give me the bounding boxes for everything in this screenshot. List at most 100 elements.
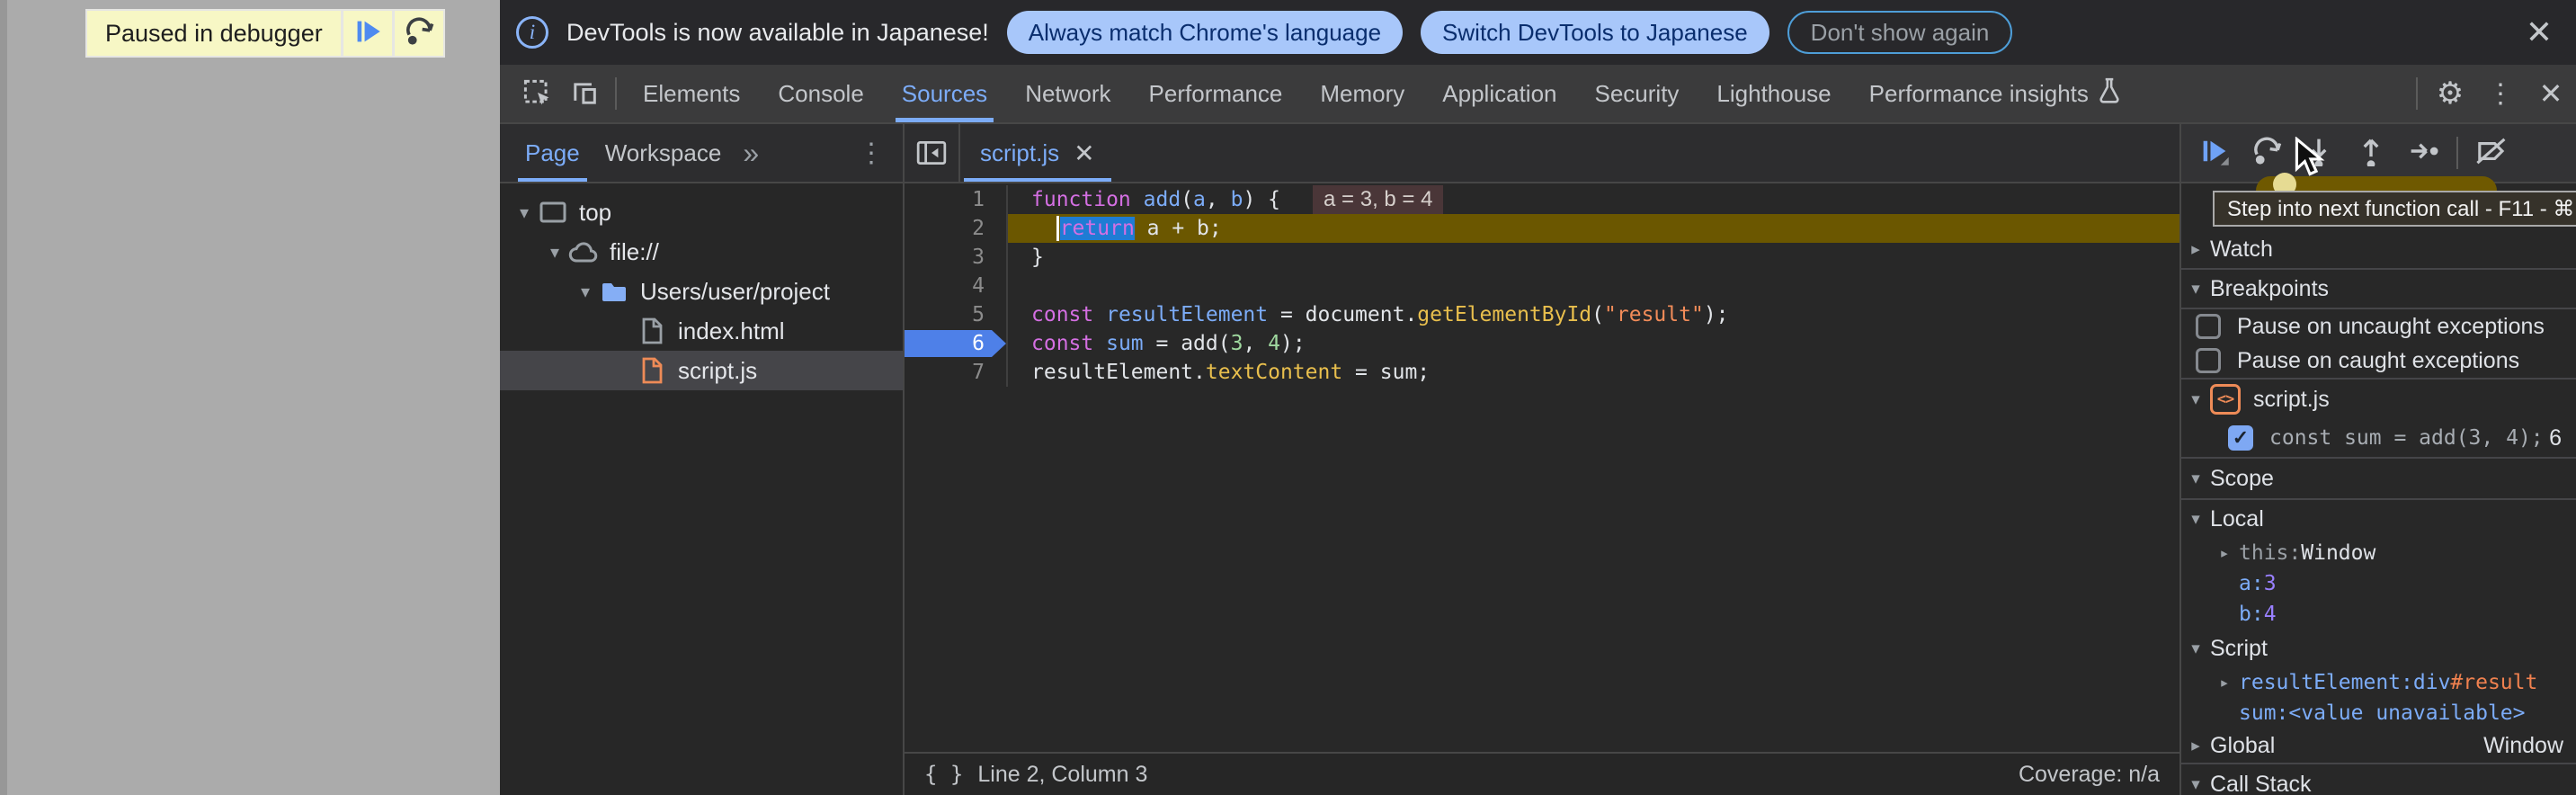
token: resultElement.	[1031, 361, 1206, 384]
step-over-button-banner[interactable]	[395, 11, 443, 56]
gutter-line-5[interactable]: 5	[905, 300, 1008, 329]
resume-script-button[interactable]	[343, 11, 392, 56]
code-editor[interactable]: 1function add(a, b) {a = 3, b = 42 retur…	[905, 183, 2179, 752]
tab-lighthouse[interactable]: Lighthouse	[1698, 65, 1850, 122]
tab-label: Lighthouse	[1716, 80, 1831, 108]
tab-console[interactable]: Console	[759, 65, 882, 122]
deactivate-breakpoints-button[interactable]	[2465, 124, 2518, 182]
code-line-2[interactable]: 2 return a + b;	[905, 214, 2179, 243]
code-line-4[interactable]: 4	[905, 272, 2179, 300]
scope-entry-b[interactable]: b: 4	[2181, 599, 2576, 630]
gutter-line-2[interactable]: 2	[905, 214, 1008, 243]
switch-to-japanese-button[interactable]: Switch DevTools to Japanese	[1421, 11, 1769, 54]
gutter-line-4[interactable]: 4	[905, 272, 1008, 300]
inspect-element-icon[interactable]	[514, 65, 561, 122]
tab-security[interactable]: Security	[1576, 65, 1698, 122]
scope-entry-sum[interactable]: sum: <value unavailable>	[2181, 698, 2576, 728]
tab-sources[interactable]: Sources	[883, 65, 1006, 122]
scope-entry-a[interactable]: a: 3	[2181, 568, 2576, 599]
collapse-caret-icon[interactable]: ▾	[2181, 774, 2210, 795]
tab-workspace[interactable]: Workspace	[593, 124, 735, 182]
scope-entry-resultElement[interactable]: ▸resultElement: div#result	[2181, 667, 2576, 698]
breakpoint-marker[interactable]	[905, 330, 1006, 357]
tree-item-users-user-project[interactable]: ▾Users/user/project	[500, 272, 903, 311]
tab-elements[interactable]: Elements	[624, 65, 759, 122]
tab-page[interactable]: Page	[513, 124, 593, 182]
expand-caret-icon[interactable]: ▾	[572, 281, 599, 303]
tab-performance-insights[interactable]: Performance insights	[1850, 65, 2140, 122]
pause-on-caught-exceptions[interactable]: Pause on caught exceptions	[2181, 344, 2576, 378]
device-toolbar-icon[interactable]	[561, 65, 608, 122]
editor-tab-scriptjs[interactable]: script.js ✕	[960, 124, 1115, 182]
more-options-kebab-icon[interactable]: ⋮	[2475, 65, 2526, 122]
pause-on-caught-exceptions-checkbox[interactable]	[2196, 348, 2221, 373]
collapse-caret-icon[interactable]: ▾	[2181, 509, 2210, 530]
file-tree: ▾top▾file://▾Users/user/project index.htm…	[500, 183, 903, 390]
file-icon	[637, 317, 667, 345]
more-tabs-icon[interactable]: »	[734, 137, 768, 170]
scope-group-local[interactable]: ▾Local	[2181, 500, 2576, 538]
collapse-caret-icon[interactable]: ▾	[2181, 639, 2210, 659]
code-line-5[interactable]: 5const resultElement = document.getEleme…	[905, 300, 2179, 329]
scope-entry-this[interactable]: ▸this: Window	[2181, 538, 2576, 568]
settings-gear-icon[interactable]: ⚙	[2425, 65, 2475, 122]
tab-memory[interactable]: Memory	[1301, 65, 1423, 122]
pretty-print-icon[interactable]: { }	[924, 762, 963, 787]
expand-caret-icon[interactable]: ▸	[2181, 736, 2210, 756]
collapse-caret-icon[interactable]: ▾	[2181, 389, 2210, 410]
always-match-language-button[interactable]: Always match Chrome's language	[1007, 11, 1403, 54]
pause-on-uncaught-exceptions[interactable]: Pause on uncaught exceptions	[2181, 309, 2576, 344]
gutter-line-1[interactable]: 1	[905, 185, 1008, 214]
step-button[interactable]	[2397, 124, 2449, 182]
section-scope[interactable]: ▾Scope	[2181, 459, 2576, 498]
breakpoint-enabled-checkbox[interactable]: ✓	[2228, 425, 2253, 451]
tree-item-file-[interactable]: ▾file://	[500, 232, 903, 272]
gutter-line-3[interactable]: 3	[905, 243, 1008, 272]
tab-label: Elements	[643, 80, 740, 108]
code-line-3[interactable]: 3}	[905, 243, 2179, 272]
expand-caret-icon[interactable]: ▸	[2210, 673, 2239, 692]
collapse-caret-icon[interactable]: ▾	[2181, 469, 2210, 489]
section-watch[interactable]: ▸Watch	[2181, 230, 2576, 268]
breakpoint-file-group[interactable]: ▾<>script.js	[2181, 380, 2576, 419]
notification-close-icon[interactable]: ✕	[2526, 16, 2553, 49]
breakpoint-entry[interactable]: ✓const sum = add(3, 4);6	[2181, 419, 2576, 457]
tree-item-label: index.html	[678, 317, 785, 345]
close-devtools-icon[interactable]: ✕	[2526, 65, 2576, 122]
scope-group-global[interactable]: ▸GlobalWindow	[2181, 728, 2576, 763]
tab-performance[interactable]: Performance	[1130, 65, 1302, 122]
tab-network[interactable]: Network	[1006, 65, 1129, 122]
tree-item-index-html[interactable]: index.html	[500, 311, 903, 351]
tree-item-script-js[interactable]: script.js	[500, 351, 903, 390]
section-call-stack[interactable]: ▾Call Stack	[2181, 764, 2576, 795]
section-breakpoints[interactable]: ▾Breakpoints	[2181, 270, 2576, 308]
file-js-icon	[637, 356, 667, 385]
tab-application[interactable]: Application	[1423, 65, 1575, 122]
expand-caret-icon[interactable]: ▾	[511, 201, 538, 224]
hide-navigator-icon[interactable]	[905, 124, 960, 182]
pause-on-uncaught-exceptions-checkbox[interactable]	[2196, 314, 2221, 339]
step-out-button[interactable]	[2345, 124, 2397, 182]
gutter-line-7[interactable]: 7	[905, 358, 1008, 387]
token: = sum;	[1342, 361, 1430, 384]
expand-caret-icon[interactable]: ▸	[2210, 543, 2239, 563]
gutter-line-6[interactable]: 6	[905, 329, 1008, 358]
resume-button[interactable]	[2188, 124, 2241, 182]
breakpoint-line-number: 6	[2549, 425, 2576, 451]
scope-group-script[interactable]: ▾Script	[2181, 630, 2576, 667]
code-line-7[interactable]: 7resultElement.textContent = sum;	[905, 358, 2179, 387]
code-line-1[interactable]: 1function add(a, b) {a = 3, b = 4	[905, 185, 2179, 214]
token: ,	[1243, 332, 1268, 355]
notification-message: DevTools is now available in Japanese!	[566, 19, 989, 47]
tree-item-top[interactable]: ▾top	[500, 192, 903, 232]
code-text: const resultElement = document.getElemen…	[1008, 300, 2179, 329]
collapse-caret-icon[interactable]: ▾	[2181, 279, 2210, 299]
expand-caret-icon[interactable]: ▸	[2181, 239, 2210, 260]
navigator-menu-icon[interactable]: ⋮	[858, 138, 890, 169]
dont-show-again-button[interactable]: Don't show again	[1787, 11, 2013, 54]
expand-caret-icon[interactable]: ▾	[541, 241, 568, 264]
code-line-6[interactable]: 6const sum = add(3, 4);	[905, 329, 2179, 358]
tab-label: Network	[1025, 80, 1110, 108]
frame-icon	[538, 200, 568, 225]
close-tab-icon[interactable]: ✕	[1074, 138, 1094, 168]
